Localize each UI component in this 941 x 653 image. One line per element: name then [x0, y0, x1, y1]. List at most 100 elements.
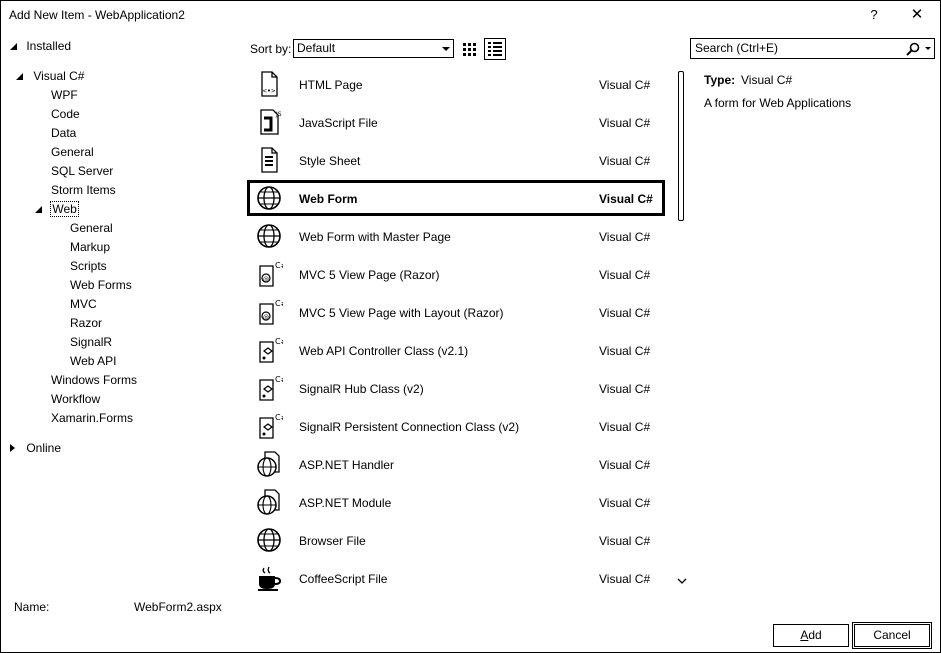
- globe-icon: [255, 222, 283, 250]
- tree-label-visual-csharp: Visual C#: [33, 69, 85, 83]
- template-row[interactable]: Web Form with Master Page Visual C#: [245, 218, 665, 254]
- template-language: Visual C#: [599, 534, 651, 548]
- tree-node-web-general[interactable]: General: [70, 221, 113, 235]
- close-button[interactable]: ✕: [905, 3, 929, 27]
- template-name: MVC 5 View Page (Razor): [299, 268, 440, 282]
- template-language: Visual C#: [599, 230, 651, 244]
- tree-node-data[interactable]: Data: [51, 126, 76, 140]
- tree-node-web-markup[interactable]: Markup: [70, 240, 110, 254]
- globe-icon: [255, 184, 283, 212]
- template-name: MVC 5 View Page with Layout (Razor): [299, 306, 504, 320]
- svg-text:C#: C#: [275, 413, 283, 422]
- template-language: Visual C#: [599, 154, 651, 168]
- scrollbar-thumb[interactable]: [678, 71, 684, 221]
- cancel-button[interactable]: Cancel: [852, 622, 932, 649]
- template-language: Visual C#: [599, 420, 651, 434]
- javascript-file-icon: JS: [255, 108, 283, 136]
- add-button[interactable]: Add: [773, 624, 849, 647]
- svg-text:C#: C#: [275, 299, 283, 308]
- search-placeholder: Search (Ctrl+E): [695, 41, 779, 55]
- tree-node-web-mvc[interactable]: MVC: [70, 297, 97, 311]
- tree-node-web[interactable]: Web: [35, 201, 79, 217]
- name-field[interactable]: WebForm2.aspx: [134, 600, 222, 614]
- svg-text:JS: JS: [275, 111, 282, 118]
- tree-label-online: Online: [26, 441, 62, 455]
- template-name: ASP.NET Handler: [299, 458, 394, 472]
- template-row[interactable]: C# @ MVC 5 View Page with Layout (Razor) Vi…: [245, 294, 665, 330]
- tree-label-web: Web: [50, 201, 79, 217]
- template-row[interactable]: C# Web API Controller Class (v2.1) Visual …: [245, 332, 665, 368]
- tree-node-wpf[interactable]: WPF: [51, 88, 78, 102]
- tree-node-web-signalr[interactable]: SignalR: [70, 335, 112, 349]
- template-row[interactable]: ASP.NET Module Visual C#: [245, 484, 665, 520]
- csharp-class-icon: C#: [255, 336, 288, 364]
- help-button[interactable]: ?: [865, 3, 883, 27]
- expanded-arrow-icon[interactable]: [10, 43, 17, 50]
- tree-node-general[interactable]: General: [51, 145, 94, 159]
- template-language: Visual C#: [599, 496, 651, 510]
- globe-icon: [255, 526, 283, 554]
- list-view-icon[interactable]: [484, 38, 506, 60]
- name-label: Name:: [14, 600, 50, 614]
- search-input[interactable]: Search (Ctrl+E): [690, 38, 935, 59]
- template-name: HTML Page: [299, 78, 363, 92]
- template-row[interactable]: Browser File Visual C#: [245, 522, 665, 558]
- tree-label-installed: Installed: [26, 39, 72, 53]
- template-name: Style Sheet: [299, 154, 361, 168]
- tree-node-web-api[interactable]: Web API: [70, 354, 116, 368]
- expanded-arrow-icon[interactable]: [35, 206, 42, 213]
- tree-node-windows-forms[interactable]: Windows Forms: [51, 373, 137, 387]
- tree-node-code[interactable]: Code: [51, 107, 80, 121]
- tree-node-online[interactable]: Online: [10, 441, 61, 455]
- template-row[interactable]: Style Sheet Visual C#: [245, 142, 665, 178]
- template-row[interactable]: CoffeeScript File Visual C#: [245, 560, 665, 596]
- type-label: Type:: [704, 73, 736, 87]
- template-row[interactable]: JS JavaScript File Visual C#: [245, 104, 665, 140]
- style-sheet-icon: [255, 146, 283, 174]
- template-language: Visual C#: [599, 382, 651, 396]
- tree-node-xamarin-forms[interactable]: Xamarin.Forms: [51, 411, 133, 425]
- template-row[interactable]: Web Form Visual C#: [247, 180, 665, 216]
- template-row[interactable]: C# SignalR Hub Class (v2) Visual C#: [245, 370, 665, 406]
- template-language: Visual C#: [599, 268, 651, 282]
- grid-view-icon[interactable]: [462, 41, 478, 57]
- template-name: JavaScript File: [299, 116, 378, 130]
- svg-text:C#: C#: [275, 375, 283, 384]
- chevron-down-icon[interactable]: [925, 47, 931, 50]
- template-list: <•> HTML Page Visual C# JS JavaScript File Vi…: [245, 66, 665, 596]
- template-row[interactable]: C# @ MVC 5 View Page (Razor) Visual C#: [245, 256, 665, 292]
- scroll-down-icon[interactable]: [677, 575, 687, 585]
- template-name: SignalR Persistent Connection Class (v2): [299, 420, 520, 434]
- csharp-class-icon: C#: [255, 412, 288, 440]
- tree-node-visual-csharp[interactable]: Visual C#: [16, 69, 84, 83]
- template-language: Visual C#: [599, 572, 651, 586]
- html-page-icon: <•>: [255, 70, 283, 98]
- template-language: Visual C#: [599, 344, 651, 358]
- collapsed-arrow-icon[interactable]: [10, 444, 15, 452]
- tree-node-installed[interactable]: Installed: [10, 39, 71, 53]
- tree-node-workflow[interactable]: Workflow: [51, 392, 100, 406]
- search-icon[interactable]: [906, 42, 920, 56]
- sort-by-dropdown[interactable]: Default: [293, 39, 454, 58]
- template-language: Visual C#: [599, 116, 651, 130]
- template-language: Visual C#: [599, 458, 651, 472]
- template-row[interactable]: ASP.NET Handler Visual C#: [245, 446, 665, 482]
- coffee-cup-icon: [255, 564, 283, 592]
- globe-doc-icon: [255, 450, 283, 478]
- template-row[interactable]: C# SignalR Persistent Connection Class (v…: [245, 408, 665, 444]
- svg-text:C#: C#: [275, 261, 283, 270]
- template-name: CoffeeScript File: [299, 572, 388, 586]
- template-row[interactable]: <•> HTML Page Visual C#: [245, 66, 665, 102]
- expanded-arrow-icon[interactable]: [16, 73, 23, 80]
- template-description: A form for Web Applications: [704, 96, 852, 110]
- tree-node-storm-items[interactable]: Storm Items: [51, 183, 116, 197]
- tree-node-web-forms[interactable]: Web Forms: [70, 278, 132, 292]
- template-name: Web Form with Master Page: [299, 230, 451, 244]
- add-rest: dd: [808, 628, 822, 642]
- tree-node-web-razor[interactable]: Razor: [70, 316, 102, 330]
- chevron-down-icon: [442, 47, 450, 51]
- template-name: Web API Controller Class (v2.1): [299, 344, 469, 358]
- tree-node-sql-server[interactable]: SQL Server: [51, 164, 113, 178]
- sort-by-label: Sort by:: [250, 42, 292, 56]
- tree-node-web-scripts[interactable]: Scripts: [70, 259, 107, 273]
